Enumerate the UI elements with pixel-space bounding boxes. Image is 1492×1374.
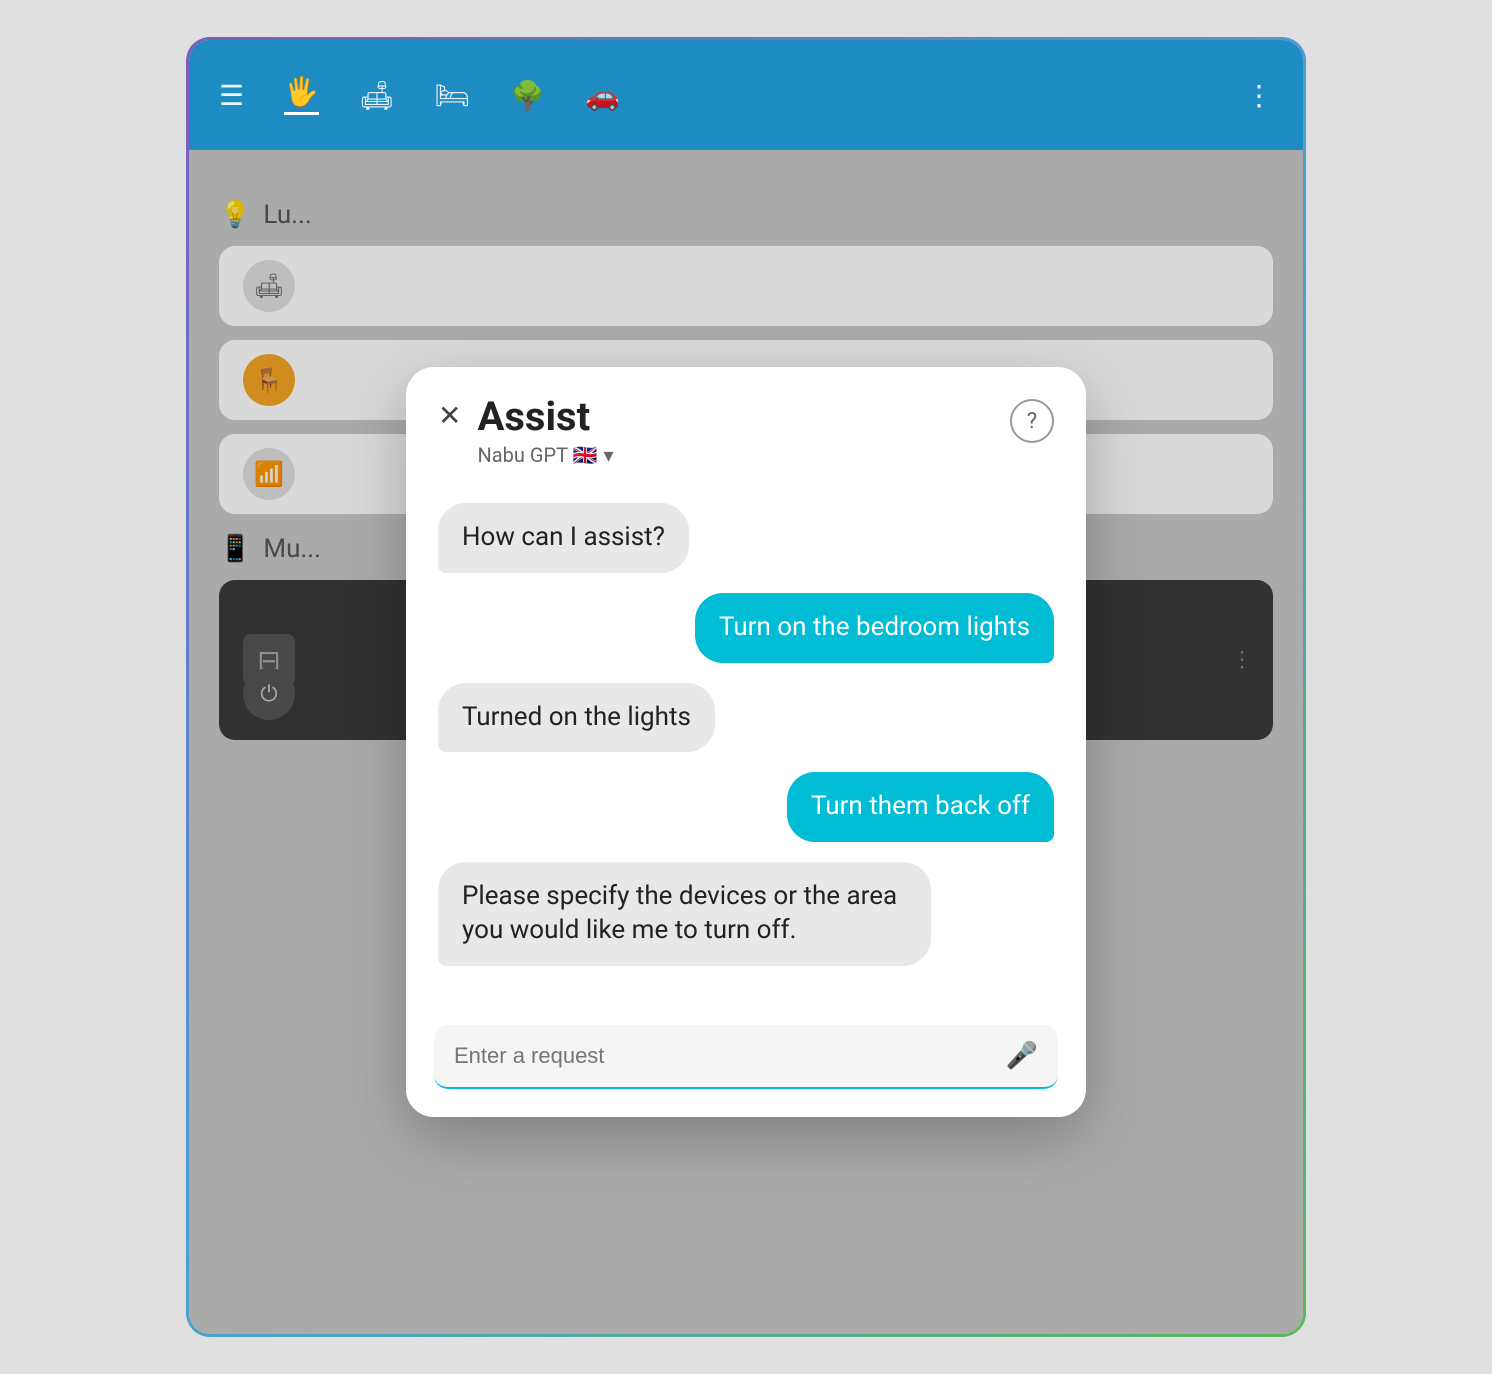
modal-title-group: Assist Nabu GPT 🇬🇧 ▾ bbox=[477, 395, 613, 467]
message-4: Turn them back off bbox=[787, 772, 1054, 842]
hand-wave-icon[interactable]: 🖐 bbox=[284, 75, 319, 115]
car-icon[interactable]: 🚗 bbox=[585, 79, 620, 112]
main-content: 💡 Lu... 🛋 🪑 📶 📱 Mu... ⊟ ⋮ ⏻ bbox=[189, 150, 1303, 1334]
message-3-text: Turned on the lights bbox=[462, 702, 691, 732]
modal-overlay: ✕ Assist Nabu GPT 🇬🇧 ▾ ? bbox=[189, 150, 1303, 1334]
modal-title: Assist bbox=[477, 395, 613, 439]
message-2: Turn on the bedroom lights bbox=[695, 593, 1054, 663]
assist-modal: ✕ Assist Nabu GPT 🇬🇧 ▾ ? bbox=[406, 367, 1086, 1117]
microphone-icon[interactable]: 🎤 bbox=[1006, 1041, 1038, 1071]
top-bar: ☰ 🖐 🛋 🛏 🌳 🚗 ⋮ bbox=[189, 40, 1303, 150]
message-4-text: Turn them back off bbox=[811, 791, 1030, 821]
modal-subtitle: Nabu GPT 🇬🇧 ▾ bbox=[477, 443, 613, 467]
input-area: 🎤 bbox=[406, 1005, 1086, 1117]
message-1: How can I assist? bbox=[438, 503, 689, 573]
subtitle-text: Nabu GPT 🇬🇧 bbox=[477, 443, 597, 467]
subtitle-chevron-icon[interactable]: ▾ bbox=[603, 443, 613, 467]
bed-icon[interactable]: 🛏 bbox=[435, 79, 471, 112]
modal-header: ✕ Assist Nabu GPT 🇬🇧 ▾ ? bbox=[406, 367, 1086, 483]
message-2-text: Turn on the bedroom lights bbox=[719, 612, 1030, 642]
close-button[interactable]: ✕ bbox=[438, 399, 461, 432]
help-button[interactable]: ? bbox=[1010, 399, 1054, 443]
tree-icon[interactable]: 🌳 bbox=[510, 79, 545, 112]
menu-icon[interactable]: ☰ bbox=[219, 79, 244, 112]
message-5: Please specify the devices or the area y… bbox=[438, 862, 931, 966]
more-menu-icon[interactable]: ⋮ bbox=[1245, 79, 1273, 112]
message-1-text: How can I assist? bbox=[462, 522, 665, 552]
input-container: 🎤 bbox=[434, 1025, 1058, 1089]
modal-header-left: ✕ Assist Nabu GPT 🇬🇧 ▾ bbox=[438, 395, 614, 467]
app-frame: ☰ 🖐 🛋 🛏 🌳 🚗 ⋮ 💡 Lu... 🛋 🪑 📶 📱 bbox=[186, 37, 1306, 1337]
sofa-icon[interactable]: 🛋 bbox=[359, 79, 395, 112]
message-5-text: Please specify the devices or the area y… bbox=[462, 881, 897, 945]
message-3: Turned on the lights bbox=[438, 683, 715, 753]
chat-area: How can I assist? Turn on the bedroom li… bbox=[406, 483, 1086, 1005]
request-input[interactable] bbox=[454, 1043, 1006, 1069]
